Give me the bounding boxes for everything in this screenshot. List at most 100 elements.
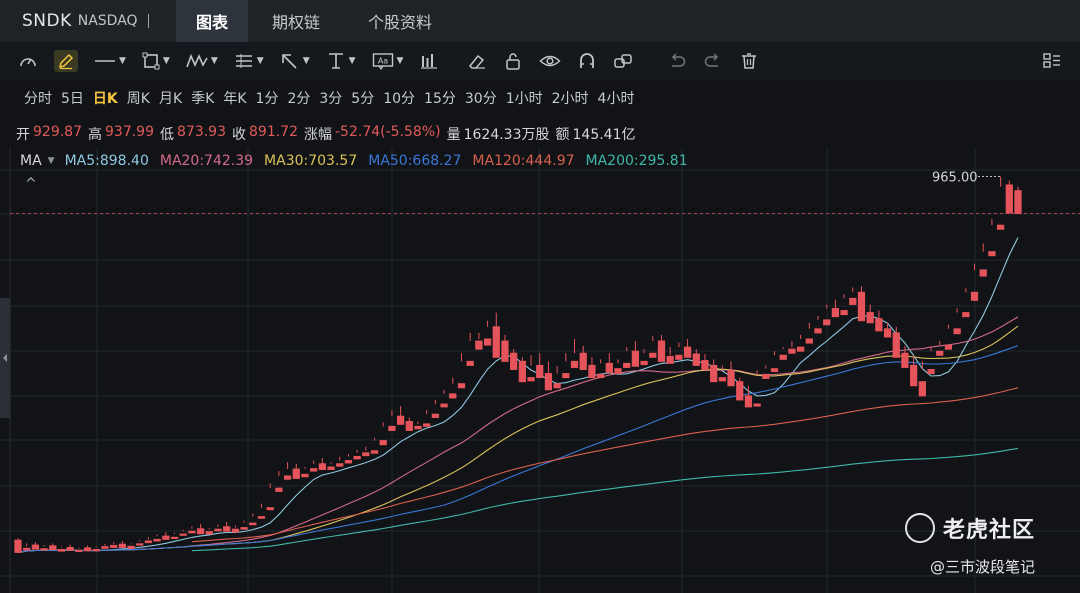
candle-body [483, 338, 492, 346]
undo-icon[interactable] [667, 52, 687, 70]
candle-body [336, 463, 344, 467]
tab-options-chain[interactable]: 期权链 [248, 0, 344, 42]
ma120-value: MA120:444.97 [472, 153, 575, 169]
period-daily[interactable]: 日K [93, 88, 118, 108]
period-30min[interactable]: 30分 [465, 88, 497, 108]
ma50-value: MA50:668.27 [368, 153, 462, 169]
candle-body [501, 340, 509, 362]
author-handle: @三市波段笔记 [930, 558, 1036, 576]
candle-body [170, 536, 179, 540]
period-5day[interactable]: 5日 [61, 88, 84, 108]
volume-label: 量 [446, 127, 461, 143]
candle-body [805, 338, 813, 344]
candle-body [118, 543, 126, 548]
candle-body [344, 460, 353, 464]
period-15min[interactable]: 15分 [424, 88, 456, 108]
candle-body [544, 373, 553, 391]
ma-line [191, 387, 1019, 543]
period-intraday[interactable]: 分时 [24, 88, 52, 108]
link-icon[interactable] [613, 52, 633, 70]
candle-body [536, 364, 544, 379]
candle-body [718, 377, 726, 382]
lock-icon[interactable] [503, 52, 523, 70]
period-4hour[interactable]: 4小时 [598, 88, 635, 108]
period-2min[interactable]: 2分 [287, 88, 310, 108]
rectangle-icon[interactable]: ▼ [142, 52, 170, 70]
candle-body [788, 348, 796, 354]
candle-body [431, 413, 440, 418]
candle-body [223, 526, 231, 532]
pencil-icon[interactable] [54, 50, 78, 72]
candle-body [466, 360, 474, 366]
period-weekly[interactable]: 周K [127, 88, 150, 108]
period-quarterly[interactable]: 季K [191, 88, 214, 108]
candle-body [492, 326, 500, 358]
ma5-value: MA5:898.40 [64, 153, 149, 169]
trash-icon[interactable] [739, 52, 759, 70]
candle-body [562, 373, 570, 379]
exchange-label: NASDAQ [77, 13, 138, 29]
close-label: 收 [232, 127, 246, 143]
collapse-chevron-up-icon[interactable]: ^ [25, 176, 37, 192]
period-10min[interactable]: 10分 [383, 88, 415, 108]
candle-body [283, 475, 292, 480]
candle-body [996, 224, 1005, 230]
period-5min[interactable]: 5分 [351, 88, 374, 108]
candle-body [179, 533, 187, 536]
redo-icon[interactable] [703, 52, 723, 70]
candle-body [405, 421, 413, 431]
arrow-icon[interactable]: ▼ [280, 52, 310, 70]
candle-body [796, 346, 805, 352]
candle-body [849, 297, 857, 305]
fib-icon[interactable]: ▼ [234, 52, 264, 70]
candle-body [736, 381, 744, 401]
candle-body [362, 452, 370, 457]
period-1min[interactable]: 1分 [256, 88, 279, 108]
candle-body [49, 545, 57, 551]
ma-legend-label[interactable]: MA [20, 153, 42, 169]
change-value: -52.74(-5.58%) [335, 124, 441, 140]
candle-body [257, 516, 266, 519]
candle-body [475, 340, 483, 350]
annotation-icon[interactable]: Aa ▼ [372, 52, 403, 70]
candle-body [631, 350, 640, 367]
layout-icon[interactable] [1042, 52, 1062, 74]
candle-body [779, 354, 787, 360]
chevron-down-icon[interactable]: ▼ [48, 156, 55, 169]
bars-icon[interactable] [419, 52, 439, 70]
magnet-icon[interactable] [577, 52, 597, 70]
tab-chart[interactable]: 图表 [176, 0, 249, 42]
ticker-separator [147, 14, 149, 28]
eye-icon[interactable] [539, 52, 562, 70]
candles [14, 176, 1022, 553]
text-cursor-icon[interactable]: ▼ [326, 52, 356, 70]
amount-value: 145.41亿 [572, 127, 636, 143]
watermark-text: 老虎社区 [943, 518, 1036, 543]
chevron-down-icon: ▼ [210, 56, 218, 66]
period-yearly[interactable]: 年K [223, 88, 246, 108]
candle-body [510, 352, 518, 370]
candle-body [770, 368, 779, 373]
period-3min[interactable]: 3分 [319, 88, 342, 108]
eraser-icon[interactable] [467, 52, 487, 70]
candle-body [814, 328, 822, 334]
candle-body [840, 310, 848, 316]
candle-body [527, 377, 535, 382]
volume-value: 1624.33万股 [463, 127, 550, 143]
period-monthly[interactable]: 月K [159, 88, 182, 108]
tab-company-profile[interactable]: 个股资料 [344, 0, 456, 42]
candle-body [579, 352, 587, 370]
gauge-icon[interactable] [18, 52, 38, 70]
pattern-icon[interactable]: ▼ [186, 52, 218, 70]
close-value: 891.72 [249, 124, 298, 140]
candle-body [57, 549, 66, 552]
period-1hour[interactable]: 1小时 [506, 88, 543, 108]
ma-line [17, 345, 1019, 553]
candle-body [692, 353, 700, 366]
candle-body [614, 368, 622, 375]
high-value: 937.99 [105, 124, 154, 140]
line-icon[interactable]: ▼ [94, 52, 126, 70]
candle-body [649, 352, 657, 358]
period-2hour[interactable]: 2小时 [552, 88, 589, 108]
candle-body [1005, 184, 1013, 214]
